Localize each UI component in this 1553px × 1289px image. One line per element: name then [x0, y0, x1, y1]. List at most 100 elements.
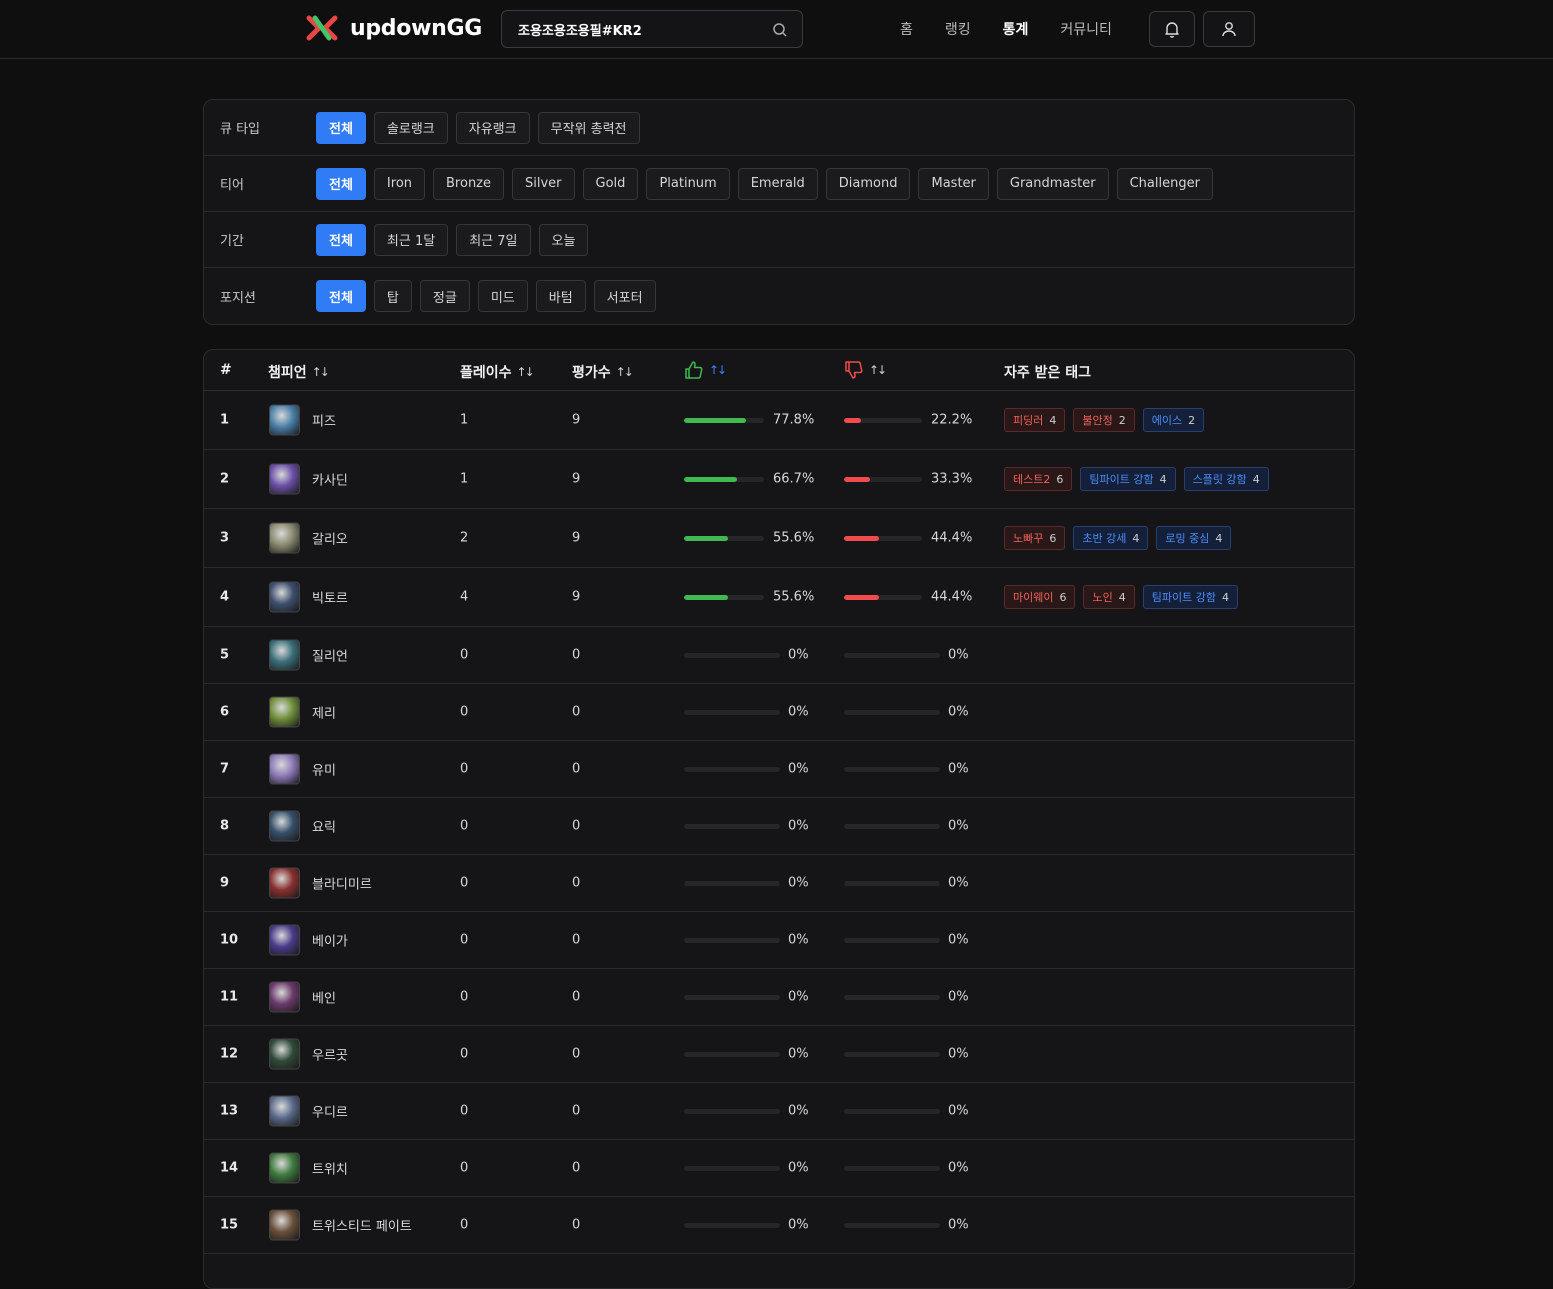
filter-chip-queue[interactable]: 무작위 총력전 — [537, 111, 640, 144]
summoner-search-input[interactable] — [502, 11, 762, 47]
champion-name: 트위스티드 페이트 — [312, 1219, 412, 1235]
champion-cell[interactable]: 빅토르 — [269, 581, 348, 613]
table-row[interactable]: 8 요릭 0 0 0% 0% — [204, 798, 1354, 855]
filter-chip-tier[interactable]: Challenger — [1116, 167, 1213, 200]
downvote-bar — [844, 1052, 940, 1057]
downvote-bar — [844, 938, 940, 943]
table-row[interactable]: 12 우르곳 0 0 0% 0% — [204, 1026, 1354, 1083]
filter-chip-period[interactable]: 전체 — [316, 223, 366, 256]
champion-cell[interactable]: 질리언 — [269, 639, 348, 671]
rank-number: 8 — [220, 818, 230, 834]
col-thumbs-down[interactable]: ↑↓ — [844, 360, 887, 380]
champion-avatar — [269, 810, 300, 842]
upvote-bar — [684, 595, 764, 600]
filter-chip-queue[interactable]: 전체 — [316, 111, 366, 144]
champion-cell[interactable]: 갈리오 — [269, 522, 348, 554]
tag-list: 노빠꾸 6 초반 강세 4 로밍 중심 4 — [1004, 526, 1232, 550]
champion-name: 유미 — [312, 763, 336, 779]
filter-chip-position[interactable]: 바텀 — [535, 280, 586, 312]
filter-chip-tier[interactable]: Gold — [582, 167, 639, 200]
col-plays[interactable]: 플레이수 ↑↓ — [460, 362, 535, 382]
filter-chip-queue[interactable]: 솔로랭크 — [373, 111, 448, 144]
champion-cell[interactable]: 제리 — [269, 696, 336, 728]
upvote-bar — [684, 881, 780, 886]
champion-cell[interactable]: 피즈 — [269, 404, 336, 436]
sort-icon[interactable]: ↑↓ — [616, 365, 634, 379]
table-row[interactable]: 2 카사딘 1 9 66.7% 33.3% 테스트2 6 팀파이트 강함 4 스… — [204, 450, 1354, 509]
table-row[interactable]: 11 베인 0 0 0% 0% — [204, 969, 1354, 1026]
champion-cell[interactable]: 우디르 — [269, 1095, 348, 1127]
filter-chip-queue[interactable]: 자유랭크 — [455, 111, 530, 144]
table-row[interactable]: 3 갈리오 2 9 55.6% 44.4% 노빠꾸 6 초반 강세 4 로밍 중… — [204, 509, 1354, 568]
upvote-bar — [684, 536, 764, 541]
champion-cell[interactable]: 트위스티드 페이트 — [269, 1209, 412, 1241]
filter-chip-tier[interactable]: 전체 — [316, 167, 366, 200]
filter-chip-position[interactable]: 정글 — [419, 280, 470, 312]
table-row[interactable]: 5 질리언 0 0 0% 0% — [204, 627, 1354, 684]
filter-chip-position[interactable]: 탑 — [373, 280, 412, 312]
rank-number: 12 — [220, 1046, 239, 1062]
table-row[interactable]: 14 트위치 0 0 0% 0% — [204, 1140, 1354, 1197]
table-row[interactable]: 10 베이가 0 0 0% 0% — [204, 912, 1354, 969]
filter-chip-tier[interactable]: Silver — [512, 167, 575, 200]
sort-icon[interactable]: ↑↓ — [709, 363, 727, 377]
col-ratings[interactable]: 평가수 ↑↓ — [572, 362, 634, 382]
table-row[interactable]: 15 트위스티드 페이트 0 0 0% 0% — [204, 1197, 1354, 1254]
profile-button[interactable] — [1203, 11, 1255, 47]
filter-chip-tier[interactable]: Diamond — [825, 167, 911, 200]
downvote-percent: 0% — [948, 1217, 969, 1233]
champion-cell[interactable]: 유미 — [269, 753, 336, 785]
champion-cell[interactable]: 우르곳 — [269, 1038, 348, 1070]
filter-chip-period[interactable]: 최근 7일 — [456, 223, 531, 256]
champion-cell[interactable]: 베이가 — [269, 924, 348, 956]
table-row[interactable]: 1 피즈 1 9 77.8% 22.2% 피딩러 4 불안정 2 에이스 2 — [204, 391, 1354, 450]
champion-cell[interactable]: 베인 — [269, 981, 336, 1013]
filter-chip-period[interactable]: 오늘 — [538, 223, 589, 256]
rating-count: 9 — [572, 530, 581, 546]
nav-home[interactable]: 홈 — [900, 19, 913, 39]
filter-chip-tier[interactable]: Iron — [373, 167, 426, 200]
downvote-bar — [844, 595, 922, 600]
logo-text: updownGG — [350, 15, 482, 41]
sort-icon[interactable]: ↑↓ — [869, 363, 887, 377]
sort-icon[interactable]: ↑↓ — [312, 365, 330, 379]
rating-count: 0 — [572, 818, 581, 834]
col-champion[interactable]: 챔피언 ↑↓ — [268, 362, 330, 382]
nav-ranking[interactable]: 랭킹 — [945, 19, 971, 39]
rank-number: 11 — [220, 989, 239, 1005]
downvote-bar — [844, 824, 940, 829]
champion-cell[interactable]: 블라디미르 — [269, 867, 372, 899]
filter-chip-tier[interactable]: Platinum — [646, 167, 730, 200]
rank-number: 13 — [220, 1103, 239, 1119]
champion-cell[interactable]: 카사딘 — [269, 463, 348, 495]
table-row[interactable]: 7 유미 0 0 0% 0% — [204, 741, 1354, 798]
filter-chip-tier[interactable]: Emerald — [737, 167, 818, 200]
champion-cell[interactable]: 트위치 — [269, 1152, 348, 1184]
nav-stats[interactable]: 통계 — [1003, 19, 1029, 39]
upvote-bar — [684, 767, 780, 772]
tag-list: 마이웨이 6 노인 4 팀파이트 강함 4 — [1004, 585, 1238, 609]
table-row[interactable]: 13 우디르 0 0 0% 0% — [204, 1083, 1354, 1140]
filter-chip-position[interactable]: 미드 — [477, 280, 528, 312]
tag-count: 2 — [1188, 413, 1196, 427]
filter-chip-tier[interactable]: Grandmaster — [996, 167, 1109, 200]
downvote-bar — [844, 1109, 940, 1114]
logo[interactable]: updownGG — [306, 14, 482, 42]
filter-chip-tier[interactable]: Bronze — [433, 167, 505, 200]
notification-button[interactable] — [1149, 11, 1195, 47]
table-row[interactable]: 9 블라디미르 0 0 0% 0% — [204, 855, 1354, 912]
table-row[interactable]: 4 빅토르 4 9 55.6% 44.4% 마이웨이 6 노인 4 팀파이트 강… — [204, 568, 1354, 627]
nav-community[interactable]: 커뮤니티 — [1060, 19, 1112, 39]
tag-text: 불안정 — [1082, 414, 1113, 427]
filter-chip-tier[interactable]: Master — [918, 167, 989, 200]
table-row[interactable]: 6 제리 0 0 0% 0% — [204, 684, 1354, 741]
downvote-bar — [844, 1223, 940, 1228]
filter-chip-position[interactable]: 전체 — [316, 280, 366, 312]
filter-chip-period[interactable]: 최근 1달 — [373, 223, 449, 256]
search-icon[interactable] — [772, 22, 788, 38]
sort-icon[interactable]: ↑↓ — [517, 365, 535, 379]
rank-number: 5 — [220, 647, 230, 663]
champion-cell[interactable]: 요릭 — [269, 810, 336, 842]
col-thumbs-up[interactable]: ↑↓ — [684, 360, 727, 380]
filter-chip-position[interactable]: 서포터 — [593, 280, 656, 312]
